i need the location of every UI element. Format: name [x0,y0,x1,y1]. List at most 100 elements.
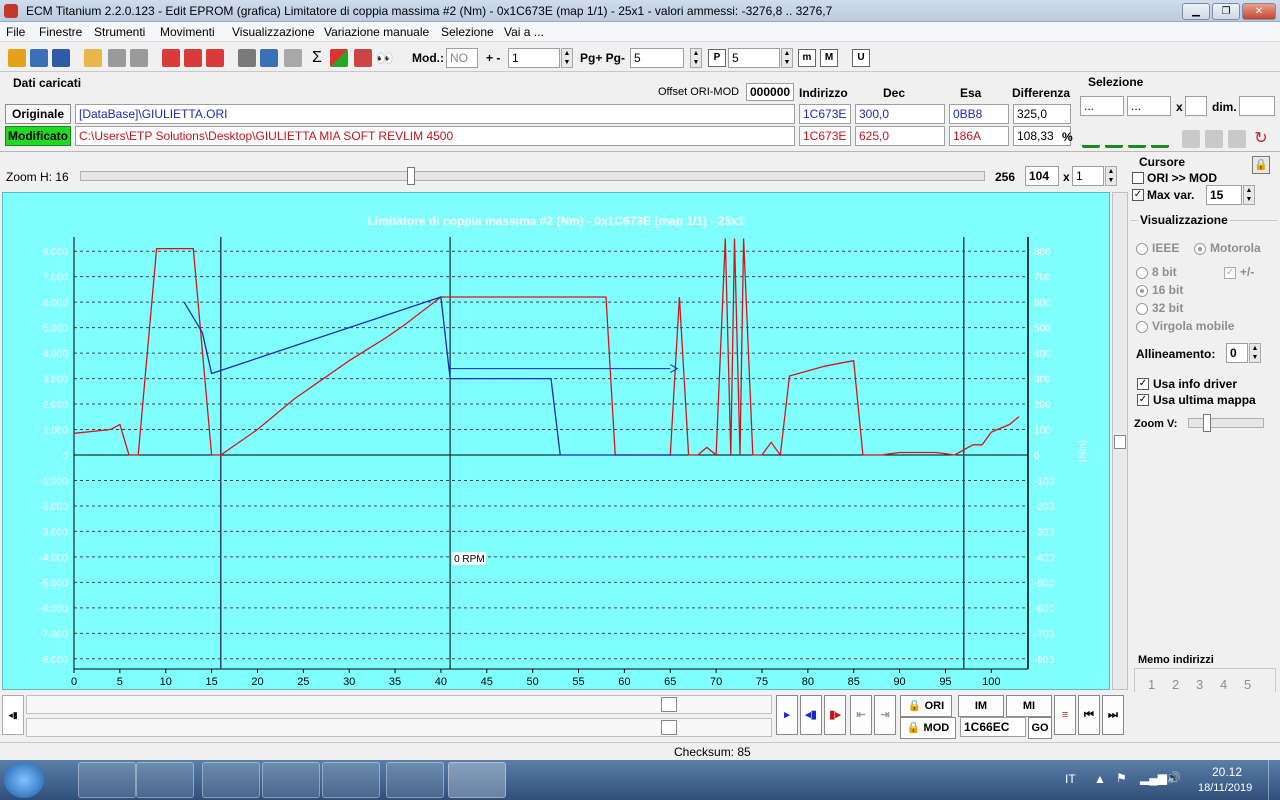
menu-movimenti[interactable]: Movimenti [160,25,215,39]
window-icon[interactable] [52,49,70,67]
align-spinner[interactable]: ▲ ▼ [1249,343,1261,363]
ori-esa-field[interactable]: 0BB8 [949,104,1009,124]
ori-button[interactable]: 🔒 ORI [900,695,952,717]
align-field[interactable]: 0 [1226,343,1248,363]
goto-address-field[interactable]: 1C66EC [960,717,1026,737]
p-field[interactable]: 5 [728,48,780,68]
mod-dec-field[interactable]: 625,0 [855,126,945,146]
ori-path-field[interactable]: [DataBase]\GIULIETTA.ORI [75,104,795,124]
ieee-radio[interactable] [1136,243,1148,255]
vertical-scroll-thumb[interactable] [1114,435,1126,449]
maxvar-field[interactable]: 15 [1206,185,1242,205]
p-icon[interactable]: P [708,49,726,67]
menu-vai-a[interactable]: Vai a ... [504,25,544,39]
menu-file[interactable]: File [6,25,25,39]
select-mid-icon[interactable] [1105,130,1123,148]
memo-4[interactable]: 4 [1220,677,1227,692]
mod-field[interactable]: NO [446,48,478,68]
m-large-icon[interactable]: M [820,49,838,67]
lock-icon[interactable]: 🔒 [1252,156,1270,174]
maxvar-spinner[interactable]: ▲ ▼ [1243,185,1255,205]
menu-selezione[interactable]: Selezione [441,25,494,39]
save-as-icon[interactable] [130,49,148,67]
p-spinner[interactable]: ▲ ▼ [781,48,793,68]
chart-icon[interactable] [354,49,372,67]
plusminus-checkbox[interactable]: ✓ [1224,267,1236,279]
ori-diff-field[interactable]: 325,0 [1013,104,1071,124]
m-small-icon[interactable]: m [798,49,816,67]
step-spinner[interactable]: ▲ ▼ [561,48,573,68]
tray-flag-icon[interactable]: ⚑ [1116,771,1127,785]
start-button[interactable] [4,762,44,798]
nav-last-icon[interactable]: ⏭ [1102,695,1124,735]
zoom-v-thumb[interactable] [1203,414,1211,432]
page-step-spinner[interactable]: ▲ ▼ [690,48,702,68]
memo-2[interactable]: 2 [1172,677,1179,692]
ori-dec-field[interactable]: 300,0 [855,104,945,124]
taskbar-winrar-icon[interactable] [322,762,380,798]
im-button[interactable]: IM [958,695,1004,717]
refresh-icon[interactable]: ↻ [1252,130,1270,148]
menu-finestre[interactable]: Finestre [39,25,82,39]
offset-field[interactable]: 000000 [746,83,794,101]
nav-prev-blue-icon[interactable]: ◂▮ [800,695,822,735]
menu-strumenti[interactable]: Strumenti [94,25,145,39]
show-desktop-button[interactable] [1268,760,1280,800]
save-icon[interactable] [108,49,126,67]
select-h-icon[interactable] [1128,130,1146,148]
zero-icon[interactable] [206,49,224,67]
zoom-v-slider[interactable] [1188,414,1264,432]
clock-time[interactable]: 20.12 [1212,765,1242,779]
mod-address-field[interactable]: 1C673E [799,126,851,146]
mod-esa-field[interactable]: 186A [949,126,1009,146]
nav-next-icon[interactable]: ▸ [776,695,798,735]
horizontal-scroll-thumb-top[interactable] [661,697,677,712]
info-driver-checkbox[interactable]: ✓ [1137,378,1149,390]
ori-mod-checkbox[interactable] [1132,172,1144,184]
taskbar-explorer-icon[interactable] [136,762,194,798]
language-indicator[interactable]: IT [1065,772,1076,786]
memo-1[interactable]: 1 [1148,677,1155,692]
8bit-radio[interactable] [1136,267,1148,279]
taskbar-media-icon[interactable] [202,762,260,798]
nav-expand-icon[interactable]: ⇥ [874,695,896,735]
device-icon[interactable] [260,49,278,67]
mi-button[interactable]: MI [1006,695,1052,717]
home-icon[interactable] [8,49,26,67]
chart-area[interactable]: Limitatore di coppia massima #2 (Nm) - 0… [2,192,1110,690]
paste-special-icon[interactable] [1228,130,1246,148]
windows-icon[interactable] [30,49,48,67]
tray-signal-icon[interactable]: ▂▄▆ [1140,771,1167,785]
32bit-radio[interactable] [1136,303,1148,315]
page-step-field[interactable]: 5 [630,48,684,68]
maxvar-checkbox[interactable]: ✓ [1132,189,1144,201]
nav-compress-icon[interactable]: ⇤ [850,695,872,735]
paste-all-icon[interactable] [1205,130,1223,148]
menu-variazione-manuale[interactable]: Variazione manuale [324,25,429,39]
last-map-checkbox[interactable]: ✓ [1137,394,1149,406]
tray-arrow-icon[interactable]: ▲ [1094,772,1106,786]
mod-button[interactable]: 🔒 MOD [900,717,956,739]
motorola-radio[interactable] [1194,243,1206,255]
copy-icon[interactable] [238,49,256,67]
binoculars-icon[interactable]: 👀 [376,49,394,67]
clock-date[interactable]: 18/11/2019 [1198,782,1252,794]
sigma-icon[interactable]: Σ [308,49,326,67]
nav-next-red-icon[interactable]: ▮▸ [824,695,846,735]
zoom-h-slider[interactable] [80,167,985,185]
tool-icon[interactable] [284,49,302,67]
selection-to-field[interactable]: ... [1127,96,1171,116]
flag-icon[interactable]: ≡ [1054,695,1076,735]
select-start-icon[interactable] [1082,130,1100,148]
horizontal-scroll-thumb-bottom[interactable] [661,720,677,735]
horizontal-scrollbar-top[interactable] [26,695,772,714]
ori-address-field[interactable]: 1C673E [799,104,851,124]
minimize-button[interactable]: ▁ [1182,3,1210,20]
checklist-icon[interactable] [162,49,180,67]
nav-first-icon[interactable]: ⏮ [1078,695,1100,735]
close-button[interactable]: ✕ [1242,3,1276,20]
paste-icon[interactable] [1182,130,1200,148]
memo-3[interactable]: 3 [1196,677,1203,692]
float-radio[interactable] [1136,321,1148,333]
horizontal-scrollbar-bottom[interactable] [26,718,772,737]
